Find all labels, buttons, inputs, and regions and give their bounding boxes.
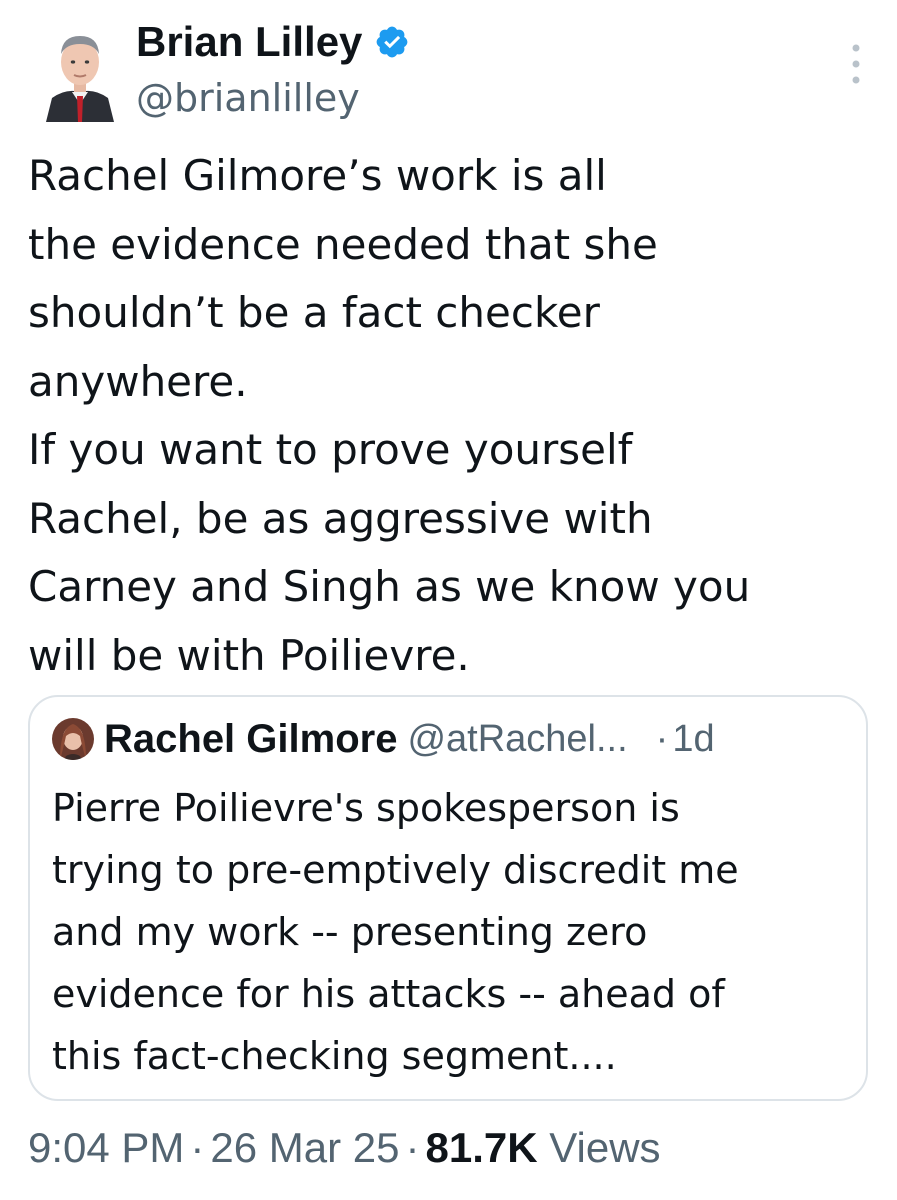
quoted-tweet-header: Rachel Gilmore @atRachel... · 1d [52, 715, 715, 763]
quoted-author-display-name[interactable]: Rachel Gilmore [104, 717, 397, 762]
author-names: Brian Lilley @brianlilley [136, 16, 410, 120]
quoted-profile-photo-icon [52, 718, 94, 760]
more-options-icon[interactable] [850, 42, 862, 86]
profile-photo-icon [36, 26, 124, 122]
display-name-row: Brian Lilley [136, 16, 410, 68]
tweet-meta: 9:04 PM · 26 Mar 25 · 81.7K Views [28, 1124, 661, 1172]
author-handle[interactable]: @brianlilley [136, 76, 410, 120]
meta-separator: · [190, 1124, 205, 1171]
quoted-author-avatar [52, 718, 94, 760]
author-display-name[interactable]: Brian Lilley [136, 18, 362, 66]
tweet-text: Rachel Gilmore’s work is all the evidenc… [28, 151, 751, 680]
tweet-header: Brian Lilley @brianlilley [30, 14, 870, 124]
tweet-date[interactable]: 26 Mar 25 [210, 1124, 399, 1171]
quoted-tweet-text: Pierre Poilievre's spokesperson is tryin… [52, 786, 739, 1078]
views-label: Views [549, 1124, 661, 1171]
tweet-time[interactable]: 9:04 PM [28, 1124, 184, 1171]
quoted-separator: · [655, 717, 669, 760]
quoted-tweet-card[interactable]: Rachel Gilmore @atRachel... · 1d Pierre … [28, 695, 868, 1101]
quoted-timestamp[interactable]: 1d [672, 718, 714, 761]
quoted-author-handle[interactable]: @atRachel... [407, 718, 627, 761]
verified-badge-icon[interactable] [374, 24, 410, 60]
meta-separator: · [405, 1124, 420, 1171]
author-avatar[interactable] [36, 26, 124, 122]
views-count: 81.7K [425, 1124, 538, 1171]
